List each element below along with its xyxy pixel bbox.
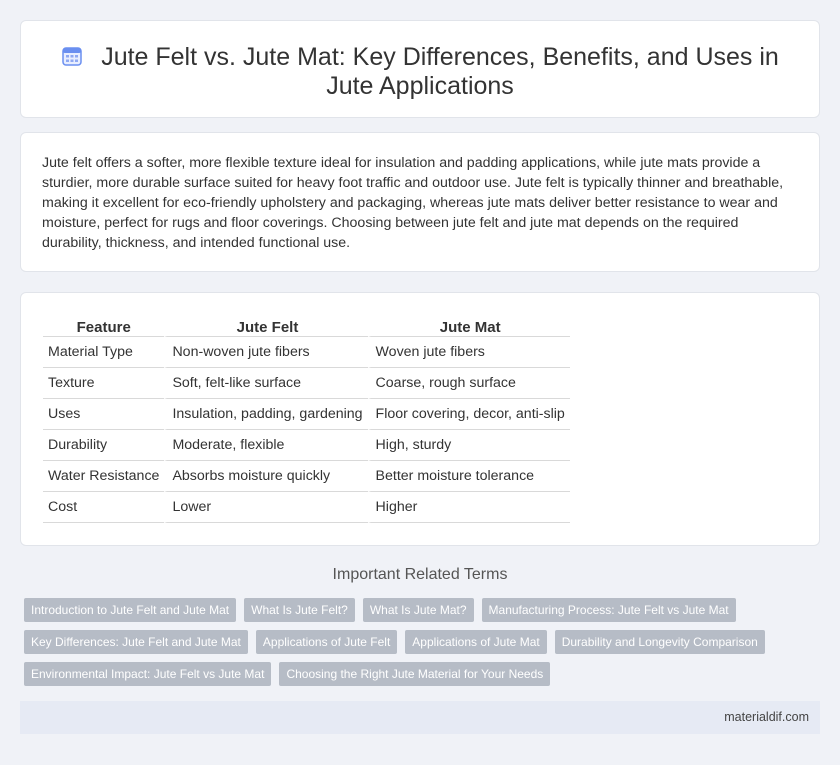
table-cell: Insulation, padding, gardening (164, 399, 368, 430)
table-cell: Higher (367, 492, 570, 523)
related-term-link[interactable]: Choosing the Right Jute Material for You… (279, 662, 551, 686)
related-term-link[interactable]: Applications of Jute Felt (255, 630, 398, 654)
related-term-link[interactable]: What Is Jute Felt? (244, 598, 355, 622)
table-cell: High, sturdy (367, 430, 570, 461)
related-terms-title: Important Related Terms (332, 566, 508, 583)
related-term-link[interactable]: Manufacturing Process: Jute Felt vs Jute… (481, 598, 736, 622)
table-cell: Lower (164, 492, 368, 523)
calendar-icon (61, 45, 83, 67)
related-term-link[interactable]: Environmental Impact: Jute Felt vs Jute … (24, 662, 272, 686)
table-cell: Floor covering, decor, anti-slip (367, 399, 570, 430)
comparison-table: Feature Jute Felt Jute Mat Material Type… (43, 313, 570, 523)
page-title: Jute Felt vs. Jute Mat: Key Differences,… (21, 43, 819, 101)
table-row: Uses Insulation, padding, gardening Floo… (43, 399, 570, 430)
column-header: Feature (43, 313, 165, 337)
table-row: Texture Soft, felt-like surface Coarse, … (43, 368, 570, 399)
column-header: Jute Felt (164, 313, 368, 337)
table-cell: Absorbs moisture quickly (164, 461, 368, 492)
table-cell: Uses (43, 399, 165, 430)
header: Jute Felt vs. Jute Mat: Key Differences,… (21, 43, 819, 101)
table-cell: Texture (43, 368, 165, 399)
table-row: Durability Moderate, flexible High, stur… (43, 430, 570, 461)
table-cell: Cost (43, 492, 165, 523)
table-row: Water Resistance Absorbs moisture quickl… (43, 461, 570, 492)
table-row: Cost Lower Higher (43, 492, 570, 523)
intro-card: Jute felt offers a softer, more flexible… (20, 132, 820, 272)
related-terms-row: Key Differences: Jute Felt and Jute Mat … (24, 630, 784, 654)
related-terms-row: Introduction to Jute Felt and Jute Mat W… (24, 598, 784, 622)
footer-site-name[interactable]: materialdif.com (724, 710, 809, 724)
table-header-row: Feature Jute Felt Jute Mat (43, 313, 570, 337)
table-cell: Material Type (43, 337, 165, 368)
related-term-link[interactable]: Key Differences: Jute Felt and Jute Mat (24, 630, 248, 654)
table-cell: Woven jute fibers (367, 337, 570, 368)
table-cell: Durability (43, 430, 165, 461)
page-title-text: Jute Felt vs. Jute Mat: Key Differences,… (101, 43, 779, 100)
table-cell: Non-woven jute fibers (164, 337, 368, 368)
related-term-link[interactable]: Durability and Longevity Comparison (554, 630, 765, 654)
table-cell: Better moisture tolerance (367, 461, 570, 492)
footer: materialdif.com (20, 701, 820, 734)
table-row: Material Type Non-woven jute fibers Wove… (43, 337, 570, 368)
related-terms-list: Introduction to Jute Felt and Jute Mat W… (24, 598, 784, 694)
table-cell: Water Resistance (43, 461, 165, 492)
related-term-link[interactable]: Introduction to Jute Felt and Jute Mat (24, 598, 237, 622)
table-cell: Coarse, rough surface (367, 368, 570, 399)
header-card: Jute Felt vs. Jute Mat: Key Differences,… (20, 20, 820, 118)
table-cell: Soft, felt-like surface (164, 368, 368, 399)
column-header: Jute Mat (367, 313, 570, 337)
related-term-link[interactable]: Applications of Jute Mat (405, 630, 547, 654)
comparison-card: Feature Jute Felt Jute Mat Material Type… (20, 292, 820, 546)
related-term-link[interactable]: What Is Jute Mat? (362, 598, 474, 622)
intro-paragraph: Jute felt offers a softer, more flexible… (42, 155, 784, 251)
related-terms-row: Environmental Impact: Jute Felt vs Jute … (24, 662, 784, 686)
table-cell: Moderate, flexible (164, 430, 368, 461)
